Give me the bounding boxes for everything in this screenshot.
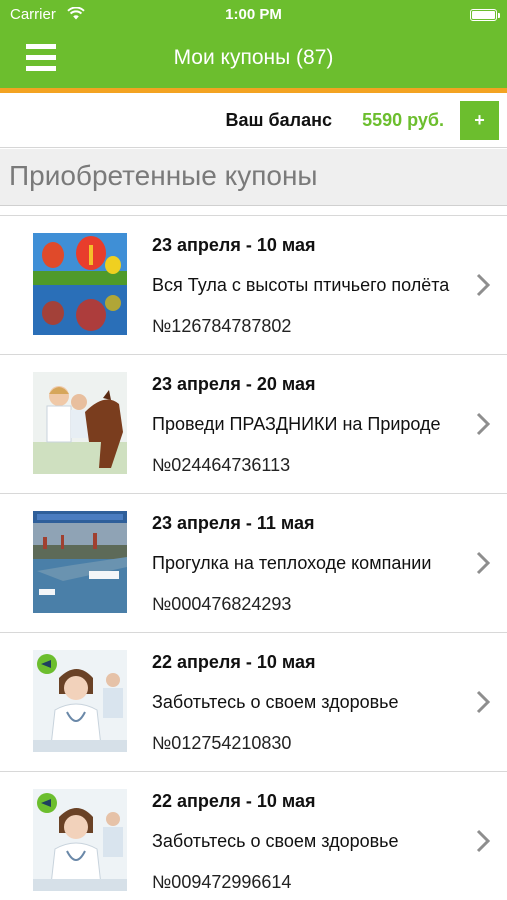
chevron-right-icon — [476, 551, 491, 575]
coupon-dates: 22 апреля - 10 мая — [152, 652, 316, 672]
doctor-image — [33, 650, 127, 752]
doctor-image — [33, 789, 127, 891]
chevron-right-icon — [476, 829, 491, 853]
coupon-title: Вся Тула с высоты птичьего полёта — [152, 275, 450, 295]
status-time: 1:00 PM — [225, 6, 282, 23]
app-header: Carrier 1:00 PM Мои купоны (87) — [0, 0, 507, 88]
coupon-list: 23 апреля - 10 мая Вся Тула с высоты пти… — [0, 215, 507, 900]
river-cruise-image — [33, 511, 127, 613]
coupon-item[interactable]: 22 апреля - 10 мая Заботьтесь о своем зд… — [0, 633, 507, 772]
coupon-thumbnail-balloons — [33, 233, 127, 335]
add-balance-button[interactable]: + — [460, 101, 499, 140]
chevron-right-icon — [476, 690, 491, 714]
status-bar: Carrier 1:00 PM — [0, 0, 507, 30]
coupon-title: Проведи ПРАЗДНИКИ на Природе — [152, 414, 441, 434]
coupon-thumbnail-doctor — [33, 789, 127, 891]
balance-label: Ваш баланс — [225, 110, 332, 130]
hot-air-balloons-image — [33, 233, 127, 335]
coupon-thumbnail-river — [33, 511, 127, 613]
coupon-dates: 23 апреля - 11 мая — [152, 513, 315, 533]
coupon-number: №009472996614 — [152, 872, 292, 892]
coupon-dates: 23 апреля - 10 мая — [152, 235, 316, 255]
page-title: Мои купоны (87) — [173, 46, 334, 69]
coupon-title: Заботьтесь о своем здоровье — [152, 692, 399, 712]
coupon-thumbnail-doctor — [33, 650, 127, 752]
chevron-right-icon — [476, 273, 491, 297]
balance-value: 5590 руб. — [362, 110, 444, 130]
coupon-thumbnail-horse — [33, 372, 127, 474]
balance-bar: Ваш баланс 5590 руб. — [0, 93, 507, 148]
coupon-number: №000476824293 — [152, 594, 292, 614]
section-header: Приобретенные купоны — [0, 149, 507, 206]
coupon-item[interactable]: 23 апреля - 10 мая Вся Тула с высоты пти… — [0, 216, 507, 355]
section-title: Приобретенные купоны — [9, 160, 318, 191]
coupon-number: №012754210830 — [152, 733, 292, 753]
family-on-horse-image — [33, 372, 127, 474]
coupon-item[interactable]: 22 апреля - 10 мая Заботьтесь о своем зд… — [0, 772, 507, 900]
coupon-item[interactable]: 23 апреля - 20 мая Проведи ПРАЗДНИКИ на … — [0, 355, 507, 494]
coupon-title: Прогулка на теплоходе компании — [152, 553, 432, 573]
coupon-number: №024464736113 — [152, 455, 291, 475]
coupon-title: Заботьтесь о своем здоровье — [152, 831, 399, 851]
coupon-dates: 22 апреля - 10 мая — [152, 791, 316, 811]
coupon-item[interactable]: 23 апреля - 11 мая Прогулка на теплоходе… — [0, 494, 507, 633]
coupon-dates: 23 апреля - 20 мая — [152, 374, 316, 394]
battery-icon — [470, 9, 500, 21]
coupon-number: №126784787802 — [152, 316, 292, 336]
chevron-right-icon — [476, 412, 491, 436]
